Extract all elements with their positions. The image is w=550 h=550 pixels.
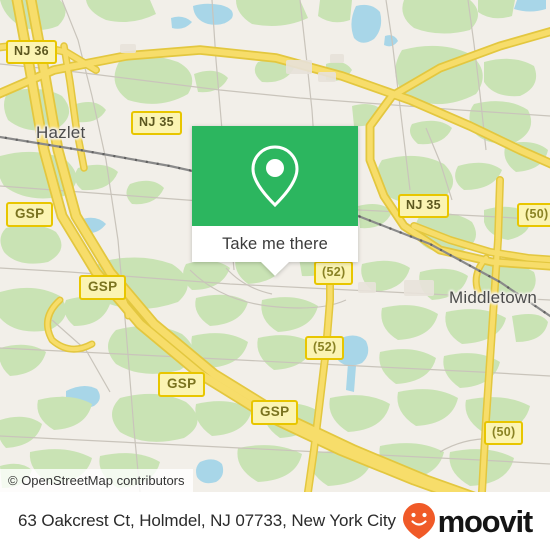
place-label-middletown: Middletown	[449, 288, 537, 307]
address-text: 63 Oakcrest Ct, Holmdel, NJ 07733, New Y…	[18, 511, 396, 530]
destination-callout[interactable]: Take me there	[192, 126, 358, 276]
place-label-hazlet: Hazlet	[36, 123, 86, 142]
road-shield-cr50-south[interactable]: (50)	[484, 421, 524, 445]
moovit-brand-logo[interactable]: moovit	[402, 502, 534, 540]
road-shield-cr52-south[interactable]: (52)	[305, 336, 345, 360]
road-shield-nj36[interactable]: NJ 36	[6, 40, 57, 64]
map-attribution[interactable]: © OpenStreetMap contributors	[0, 469, 193, 492]
road-shield-cr52-north[interactable]: (52)	[314, 261, 354, 285]
moovit-map-screen: Hazlet Middletown NJ 36 NJ 35 NJ 35 GSP …	[0, 0, 550, 550]
map-canvas[interactable]: Hazlet Middletown NJ 36 NJ 35 NJ 35 GSP …	[0, 0, 550, 492]
road-shield-nj35-west[interactable]: NJ 35	[131, 111, 182, 135]
moovit-wordmark: moovit	[437, 503, 534, 539]
callout-pin-panel	[192, 126, 358, 226]
road-shield-gsp-4[interactable]: GSP	[251, 400, 299, 425]
road-shield-cr50-north[interactable]: (50)	[517, 203, 550, 227]
road-shield-gsp-2[interactable]: GSP	[79, 275, 127, 300]
map-pin-icon	[251, 145, 299, 208]
take-me-there-label: Take me there	[222, 234, 328, 253]
callout-action-bar[interactable]: Take me there	[192, 226, 358, 276]
callout-pointer-arrow	[261, 262, 289, 276]
road-shield-gsp-3[interactable]: GSP	[158, 372, 206, 397]
road-shield-gsp-1[interactable]: GSP	[6, 202, 54, 227]
moovit-smiling-pin-icon	[402, 503, 435, 539]
road-shield-nj35-east[interactable]: NJ 35	[398, 194, 449, 218]
footer-bar: 63 Oakcrest Ct, Holmdel, NJ 07733, New Y…	[0, 492, 550, 550]
